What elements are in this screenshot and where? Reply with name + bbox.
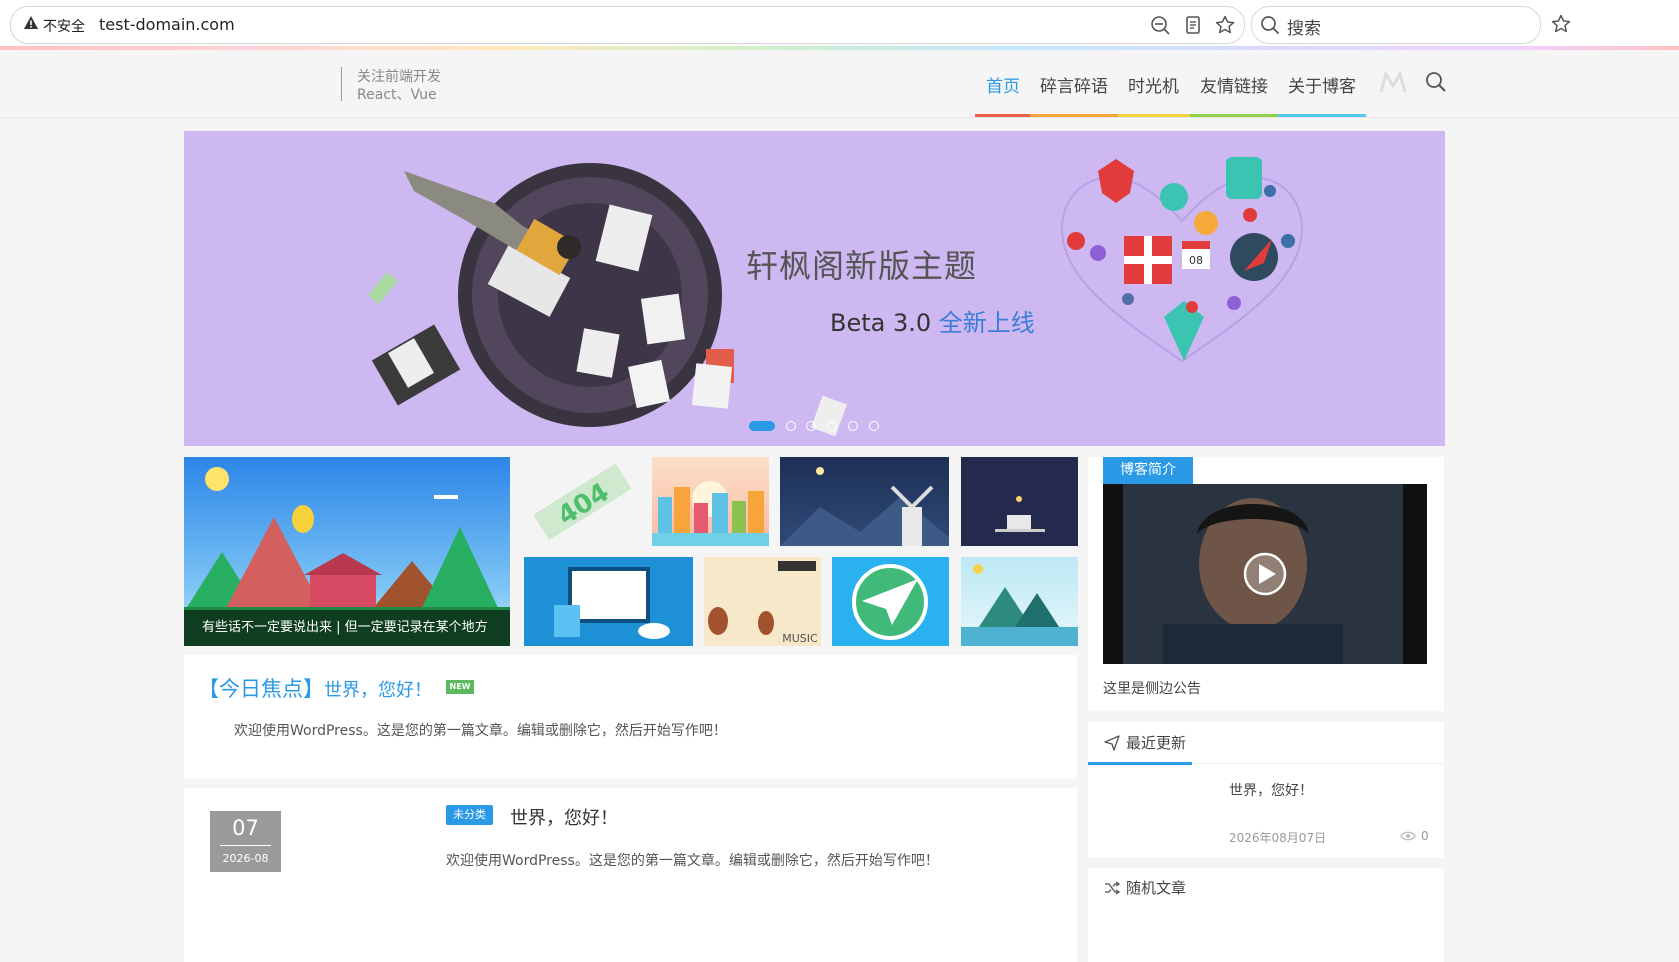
city-illustration [652, 481, 769, 546]
browser-search-box[interactable]: 搜索 [1251, 6, 1541, 44]
date-divider [220, 845, 271, 846]
banner-subtitle-highlight: 全新上线 [938, 309, 1035, 337]
site-search-icon[interactable] [1425, 71, 1447, 93]
favorites-icon[interactable] [1551, 14, 1571, 34]
shuffle-icon [1105, 881, 1120, 895]
nav-underline-1 [975, 114, 1030, 117]
eye-icon [1400, 831, 1416, 841]
featured-thumbnail[interactable]: 有些话不一定要说出来 | 但一定要记录在某个地方 [184, 457, 510, 646]
paper-plane-icon [1104, 735, 1120, 751]
zoom-out-icon[interactable] [1150, 15, 1170, 35]
sidebar-notice: 这里是侧边公告 [1103, 681, 1201, 697]
nav-underline-5 [1278, 114, 1366, 117]
search-placeholder: 搜索 [1287, 19, 1321, 39]
banner-illustration: 08 [367, 157, 1304, 437]
featured-caption[interactable]: 有些话不一定要说出来 | 但一定要记录在某个地方 [184, 610, 510, 646]
reader-mode-icon[interactable] [1183, 15, 1203, 35]
nav-item-about[interactable]: 关于博客 [1288, 72, 1356, 97]
security-label[interactable]: 不安全 [43, 16, 85, 36]
paperplane-illustration [852, 564, 928, 640]
hero-banner[interactable]: 08 轩枫阁新版主题 Beta 3.0 全新上线 [184, 131, 1445, 446]
category-badge[interactable]: 未分类 [446, 805, 493, 825]
nav-item-home[interactable]: 首页 [986, 72, 1020, 97]
thumbnail-windmill[interactable] [780, 457, 949, 546]
site-logo-icon[interactable] [1378, 68, 1408, 98]
slider-dot-1[interactable] [749, 421, 775, 431]
post-excerpt: 欢迎使用WordPress。这是您的第一篇文章。编辑或删除它，然后开始写作吧！ [446, 853, 939, 869]
recent-item-title[interactable]: 世界，您好！ [1229, 780, 1313, 800]
thumbnail-music[interactable]: MUSIC [704, 557, 821, 646]
post-date-year-month: 2026-08 [222, 852, 269, 865]
slider-dot-2[interactable] [786, 421, 796, 431]
slider-dot-6[interactable] [869, 421, 879, 431]
thumbnail-computer[interactable] [524, 557, 693, 646]
tagline-secondary: React、Vue [357, 87, 437, 103]
tagline-divider [341, 67, 342, 101]
new-badge: NEW [446, 680, 474, 694]
banner-subtitle: Beta 3.0 全新上线 [830, 303, 1035, 338]
banner-subtitle-prefix: Beta 3.0 [830, 309, 939, 337]
focus-title-text[interactable]: 世界，您好！ [324, 680, 432, 701]
nav-underline-4 [1190, 114, 1278, 117]
slider-dot-5[interactable] [848, 421, 858, 431]
thumbnail-desk[interactable] [961, 457, 1078, 546]
focus-post-excerpt: 欢迎使用WordPress。这是您的第一篇文章。编辑或删除它，然后开始写作吧！ [234, 723, 727, 739]
music-text: MUSIC [782, 632, 818, 645]
post-card [184, 788, 1077, 962]
post-date-day: 07 [232, 816, 259, 840]
thumbnail-city[interactable] [652, 457, 769, 546]
thumbnail-404[interactable]: 404 [524, 457, 641, 546]
nav-item-notes[interactable]: 碎言碎语 [1040, 72, 1108, 97]
post-date-box: 07 2026-08 [210, 811, 281, 872]
slider-dot-4[interactable] [827, 421, 837, 431]
site-header: 关注前端开发 React、Vue 首页 碎言碎语 时光机 友情链接 关于博客 [0, 50, 1679, 118]
browser-toolbar: 不安全 test-domain.com 搜索 [0, 0, 1679, 50]
banner-title: 轩枫阁新版主题 [746, 247, 978, 285]
bookmark-star-icon[interactable] [1215, 15, 1235, 35]
desk-illustration [995, 496, 1045, 532]
search-icon [1261, 16, 1280, 35]
warning-icon [24, 16, 38, 29]
thumbnail-paperplane[interactable] [832, 557, 949, 646]
nav-item-links[interactable]: 友情链接 [1200, 72, 1268, 97]
recent-updates-title: 最近更新 [1126, 734, 1187, 752]
random-posts-title: 随机文章 [1126, 879, 1187, 897]
nav-item-archive[interactable]: 时光机 [1128, 72, 1179, 97]
address-bar[interactable]: 不安全 test-domain.com [10, 6, 1245, 44]
island-illustration [961, 564, 1078, 646]
tagline-primary: 关注前端开发 [357, 69, 441, 85]
blog-intro-tag: 博客简介 [1103, 457, 1193, 484]
focus-bracket-label[interactable]: 【今日焦点】 [198, 677, 324, 701]
windmill-illustration [780, 467, 949, 546]
nav-underline-2 [1030, 114, 1118, 117]
slider-dot-3[interactable] [806, 421, 816, 431]
thumbnail-island[interactable] [961, 557, 1078, 646]
intro-video[interactable] [1103, 484, 1427, 664]
video-frame [1123, 484, 1403, 664]
computer-illustration [554, 567, 670, 639]
focus-post-title[interactable]: 【今日焦点】世界，您好！ [198, 673, 432, 703]
widget-title-underline [1088, 762, 1192, 765]
nav-underline-3 [1118, 114, 1190, 117]
url-text[interactable]: test-domain.com [99, 15, 235, 34]
recent-item-views: 0 [1421, 829, 1429, 843]
post-title[interactable]: 世界，您好！ [510, 804, 618, 830]
music-illustration: MUSIC [708, 561, 818, 645]
recent-item-date: 2026年08月07日 [1229, 831, 1327, 845]
calendar-day-text: 08 [1189, 254, 1203, 267]
404-illustration: 404 [533, 463, 632, 541]
